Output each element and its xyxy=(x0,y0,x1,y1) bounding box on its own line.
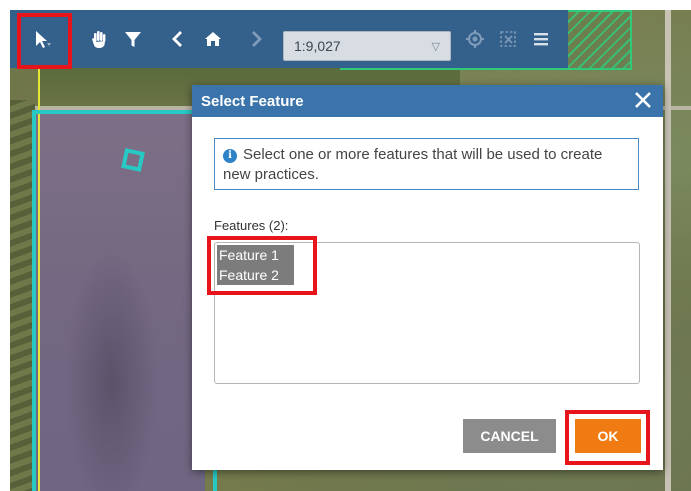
map-road xyxy=(665,10,671,491)
crosshair-icon xyxy=(465,29,485,49)
dialog-titlebar: Select Feature xyxy=(192,85,663,117)
info-message: i Select one or more features that will b… xyxy=(214,138,639,190)
locate-button[interactable] xyxy=(462,26,488,52)
menu-button[interactable] xyxy=(528,26,554,52)
cursor-arrow-icon xyxy=(30,28,52,50)
chevron-left-icon xyxy=(169,29,187,49)
info-text: Select one or more features that will be… xyxy=(223,146,603,183)
list-item-feature-1[interactable]: Feature 1 xyxy=(217,245,294,265)
filter-tool-button[interactable] xyxy=(120,26,146,52)
chevron-down-icon: ▽ xyxy=(431,41,440,53)
dialog-title: Select Feature xyxy=(201,93,304,110)
cancel-button[interactable]: CANCEL xyxy=(463,419,556,453)
pan-tool-button[interactable] xyxy=(86,26,112,52)
ok-button[interactable]: OK xyxy=(575,419,641,453)
hamburger-menu-icon xyxy=(531,29,551,49)
map-small-feature[interactable] xyxy=(121,148,145,172)
clear-selection-button[interactable] xyxy=(495,26,521,52)
scale-value: 1:9,027 xyxy=(294,38,341,54)
features-listbox[interactable]: Feature 1 Feature 2 xyxy=(214,242,640,384)
info-icon: i xyxy=(223,149,237,163)
forward-button[interactable] xyxy=(243,26,269,52)
select-tool-button[interactable] xyxy=(28,26,54,52)
features-label: Features (2): xyxy=(214,218,289,233)
close-icon[interactable] xyxy=(631,88,655,112)
home-button[interactable] xyxy=(200,26,226,52)
home-icon xyxy=(203,29,223,49)
scale-dropdown[interactable]: 1:9,027 ▽ xyxy=(283,31,451,61)
funnel-icon xyxy=(123,29,143,49)
chevron-right-icon xyxy=(247,29,265,49)
list-item-feature-2[interactable]: Feature 2 xyxy=(217,265,294,285)
hand-icon xyxy=(89,29,109,49)
back-button[interactable] xyxy=(165,26,191,52)
select-feature-dialog: Select Feature i Select one or more featu… xyxy=(192,85,663,470)
map-toolbar: 1:9,027 ▽ xyxy=(10,10,568,68)
clear-selection-icon xyxy=(498,29,518,49)
